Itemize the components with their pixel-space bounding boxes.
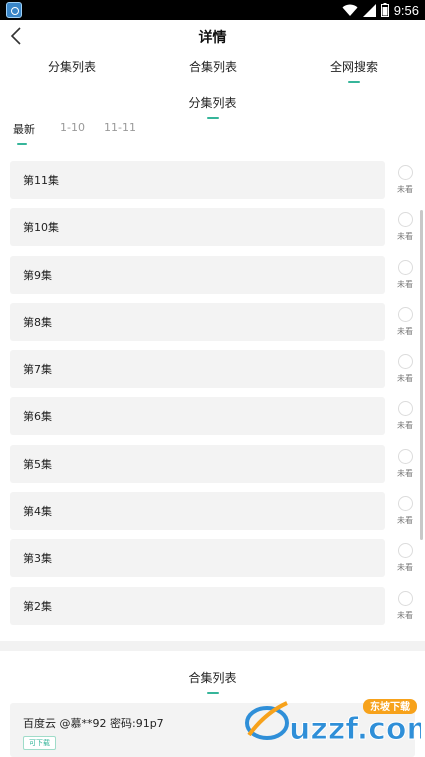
unwatched-circle-icon	[397, 543, 413, 559]
unwatched-circle-icon	[397, 165, 413, 180]
watch-status-label: 未看	[397, 421, 413, 431]
collection-title: 百度云 @慕**92 密码:91p7	[23, 717, 164, 730]
episode-item[interactable]: 第6集	[10, 397, 385, 436]
unwatched-circle-icon	[397, 354, 413, 370]
watch-status-label: 未看	[397, 516, 413, 526]
episode-item[interactable]: 第11集	[10, 161, 385, 199]
watch-status[interactable]: 未看	[392, 165, 418, 195]
episode-item[interactable]: 第10集	[10, 208, 385, 247]
episode-section-title: 分集列表	[0, 94, 425, 119]
watch-status-label: 未看	[397, 563, 413, 573]
watch-status[interactable]: 未看	[392, 212, 418, 242]
list-item: 第5集 未看	[0, 444, 425, 492]
watch-status[interactable]: 未看	[392, 401, 418, 431]
episode-item[interactable]: 第3集	[10, 539, 385, 578]
list-item: 第8集 未看	[0, 302, 425, 350]
range-tab-indicator	[17, 143, 27, 145]
list-item: 第7集 未看	[0, 350, 425, 397]
episode-list: 第11集 未看 第10集 未看 第9集 未看 第8集 未看 第7集 未看 第6集…	[0, 161, 425, 634]
watch-status[interactable]: 未看	[392, 543, 418, 573]
watch-status-label: 未看	[397, 610, 413, 620]
episode-item[interactable]: 第5集	[10, 444, 385, 483]
watch-status-label: 未看	[397, 326, 413, 336]
episode-item[interactable]: 第2集	[10, 586, 385, 625]
watch-status-label: 未看	[397, 468, 413, 478]
status-bar: 9:56	[0, 0, 425, 20]
episode-item[interactable]: 第4集	[10, 492, 385, 531]
list-item: 第9集 未看	[0, 255, 425, 303]
episode-item[interactable]: 第8集	[10, 302, 385, 341]
section-divider	[0, 641, 425, 651]
tab-indicator	[348, 81, 360, 83]
range-tab-latest[interactable]: 最新	[13, 121, 35, 145]
list-item: 第11集 未看	[0, 161, 425, 208]
episode-range-tabs: 最新 1-10 11-11	[0, 121, 425, 149]
list-item: 第10集 未看	[0, 208, 425, 255]
range-tab-1-10[interactable]: 1-10	[60, 121, 85, 142]
list-item: 第6集 未看	[0, 397, 425, 444]
app-notification-icon	[6, 2, 22, 18]
downloadable-badge: 可下载	[23, 736, 56, 750]
tab-label: 分集列表	[47, 60, 96, 74]
list-item: 第2集 未看	[0, 586, 425, 634]
tab-label: 全网搜索	[329, 60, 378, 74]
range-tab-11-11[interactable]: 11-11	[104, 121, 136, 142]
watch-status-label: 未看	[397, 279, 413, 289]
range-tab-indicator	[64, 140, 74, 142]
section-indicator	[206, 117, 219, 119]
page-title: 详情	[198, 30, 227, 46]
status-bar-right: 9:56	[342, 1, 419, 19]
unwatched-circle-icon	[397, 259, 413, 275]
signal-icon	[362, 3, 376, 17]
watch-status[interactable]: 未看	[392, 354, 418, 384]
collection-section-title: 合集列表	[0, 669, 425, 694]
tab-indicator	[207, 81, 219, 83]
unwatched-circle-icon	[397, 401, 413, 417]
watermark-text: uzzf.com	[289, 712, 421, 745]
top-tab-bar: 分集列表 合集列表 全网搜索	[0, 52, 425, 84]
watch-status[interactable]: 未看	[392, 306, 418, 337]
scrollbar[interactable]	[420, 210, 423, 540]
list-item: 第3集 未看	[0, 539, 425, 586]
tab-collection-list[interactable]: 合集列表	[168, 58, 258, 83]
unwatched-circle-icon	[397, 448, 413, 464]
range-tab-label: 11-11	[104, 121, 136, 134]
tab-indicator	[66, 81, 78, 83]
uzzf-watermark-logo: 东坡下载 uzzf.com	[245, 699, 421, 745]
watch-status[interactable]: 未看	[392, 590, 418, 621]
unwatched-circle-icon	[397, 590, 413, 606]
section-indicator	[206, 692, 219, 694]
range-tab-label: 1-10	[60, 121, 85, 134]
tab-web-search[interactable]: 全网搜索	[309, 58, 399, 83]
range-tab-label: 最新	[13, 123, 35, 136]
section-title-text: 合集列表	[188, 671, 237, 685]
episode-item[interactable]: 第9集	[10, 255, 385, 294]
watch-status-label: 未看	[397, 374, 413, 384]
watch-status-label: 未看	[397, 185, 413, 194]
battery-icon	[380, 3, 389, 17]
status-time: 9:56	[393, 2, 419, 18]
unwatched-circle-icon	[397, 306, 413, 322]
list-item: 第4集 未看	[0, 492, 425, 539]
section-title-text: 分集列表	[188, 96, 237, 110]
watch-status[interactable]: 未看	[392, 448, 418, 479]
episode-item[interactable]: 第7集	[10, 350, 385, 389]
watch-status[interactable]: 未看	[392, 496, 418, 526]
range-tab-indicator	[108, 140, 118, 142]
unwatched-circle-icon	[397, 496, 413, 512]
watch-status-label: 未看	[397, 232, 413, 242]
app-header: 详情	[0, 20, 425, 52]
unwatched-circle-icon	[397, 212, 413, 228]
tab-episode-list[interactable]: 分集列表	[27, 58, 117, 83]
tab-label: 合集列表	[188, 60, 237, 74]
wifi-icon	[342, 4, 358, 16]
watch-status[interactable]: 未看	[392, 259, 418, 290]
